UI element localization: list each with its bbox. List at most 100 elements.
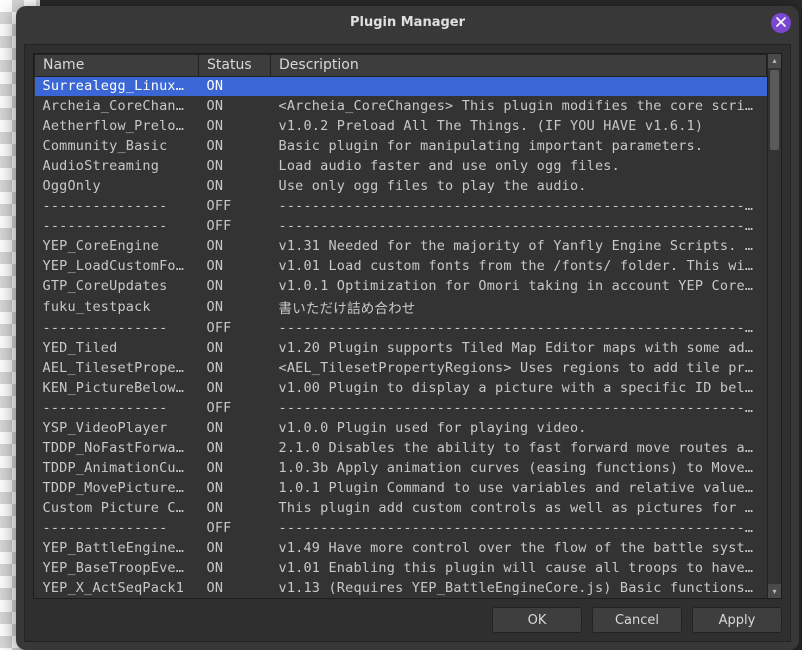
plugin-status-cell: ON [199, 116, 271, 136]
table-row[interactable]: YEP_CoreEngineONv1.31 Needed for the maj… [35, 236, 767, 256]
plugin-status-cell: ON [199, 256, 271, 276]
plugin-status-cell: ON [199, 96, 271, 116]
plugin-name-cell: --------------- [35, 318, 199, 338]
table-row[interactable]: ---------------OFF----------------------… [35, 196, 767, 216]
table-row[interactable]: ---------------OFF----------------------… [35, 216, 767, 236]
plugin-desc-cell: v1.0.2 Preload All The Things. (IF YOU H… [271, 116, 767, 136]
apply-button[interactable]: Apply [692, 607, 782, 633]
window-title: Plugin Manager [350, 15, 465, 30]
plugin-status-cell: OFF [199, 318, 271, 338]
plugin-desc-cell: v1.01 Load custom fonts from the /fonts/… [271, 256, 767, 276]
plugin-desc-cell: 2.1.0 Disables the ability to fast forwa… [271, 438, 767, 458]
table-row[interactable]: Aetherflow_PreloadEv…ONv1.0.2 Preload Al… [35, 116, 767, 136]
close-button[interactable] [771, 13, 791, 33]
table-row[interactable]: AudioStreamingONLoad audio faster and us… [35, 156, 767, 176]
plugin-status-cell: ON [199, 296, 271, 318]
plugin-desc-cell: v1.49 Have more control over the flow of… [271, 538, 767, 558]
plugin-desc-cell: This plugin add custom controls as well … [271, 498, 767, 518]
plugin-desc-cell: ----------------------------------------… [271, 518, 767, 538]
plugin-name-cell: Custom Picture Contr… [35, 498, 199, 518]
table-row[interactable]: YEP_BattleEngineCoreONv1.49 Have more co… [35, 538, 767, 558]
table-row[interactable]: KEN_PictureBelowCharsONv1.00 Plugin to d… [35, 378, 767, 398]
plugin-desc-cell: v1.31 Needed for the majority of Yanfly … [271, 236, 767, 256]
plugin-name-cell: YEP_BaseTroopEvents [35, 558, 199, 578]
plugin-name-cell: AudioStreaming [35, 156, 199, 176]
table-row[interactable]: YEP_LoadCustomFontsONv1.01 Load custom f… [35, 256, 767, 276]
scroll-up-button[interactable]: ▴ [768, 54, 781, 68]
dialog-footer: OK Cancel Apply [33, 599, 782, 633]
plugin-name-cell: YEP_BattleEngineCore [35, 538, 199, 558]
plugin-name-cell: Archeia_CoreChanges [35, 96, 199, 116]
col-header-status[interactable]: Status [199, 54, 271, 76]
table-row[interactable]: ---------------OFF----------------------… [35, 398, 767, 418]
plugin-table: Name Status Description Surrealegg_Linux… [34, 54, 767, 599]
cancel-button[interactable]: Cancel [592, 607, 682, 633]
plugin-desc-cell: v1.01 Enabling this plugin will cause al… [271, 558, 767, 578]
table-row[interactable]: ---------------OFF----------------------… [35, 518, 767, 538]
plugin-status-cell: OFF [199, 216, 271, 236]
plugin-desc-cell: v1.00 Plugin to display a picture with a… [271, 378, 767, 398]
table-row[interactable]: Surrealegg_LinuxPatchON [35, 76, 767, 96]
plugin-name-cell: YED_Tiled [35, 338, 199, 358]
plugin-table-scroll[interactable]: Name Status Description Surrealegg_Linux… [34, 54, 767, 599]
plugin-status-cell: ON [199, 176, 271, 196]
plugin-status-cell: ON [199, 438, 271, 458]
plugin-status-cell: ON [199, 358, 271, 378]
plugin-desc-cell: 書いただけ詰め合わせ [271, 296, 767, 318]
table-row[interactable]: YED_TiledONv1.20 Plugin supports Tiled M… [35, 338, 767, 358]
table-row[interactable]: Custom Picture Contr…ONThis plugin add c… [35, 498, 767, 518]
plugin-name-cell: --------------- [35, 398, 199, 418]
table-row[interactable]: Community_BasicONBasic plugin for manipu… [35, 136, 767, 156]
table-row[interactable]: GTP_CoreUpdatesONv1.0.1 Optimization for… [35, 276, 767, 296]
table-row[interactable]: ---------------OFF----------------------… [35, 318, 767, 338]
scrollbar-thumb[interactable] [770, 70, 779, 150]
plugin-name-cell: TDDP_NoFastForward [35, 438, 199, 458]
plugin-name-cell: TDDP_AnimationCurves [35, 458, 199, 478]
col-header-description[interactable]: Description [271, 54, 767, 76]
plugin-status-cell: ON [199, 418, 271, 438]
table-row[interactable]: YSP_VideoPlayerONv1.0.0 Plugin used for … [35, 418, 767, 438]
table-row[interactable]: TDDP_AnimationCurvesON1.0.3b Apply anima… [35, 458, 767, 478]
plugin-name-cell: YEP_LoadCustomFonts [35, 256, 199, 276]
plugin-status-cell: ON [199, 458, 271, 478]
table-row[interactable]: fuku_testpackON書いただけ詰め合わせ [35, 296, 767, 318]
vertical-scrollbar[interactable]: ▴ ▾ [767, 54, 781, 599]
plugin-desc-cell: Load audio faster and use only ogg files… [271, 156, 767, 176]
table-row[interactable]: TDDP_MovePictureExON1.0.1 Plugin Command… [35, 478, 767, 498]
plugin-name-cell: YSP_VideoPlayer [35, 418, 199, 438]
plugin-desc-cell: 1.0.3b Apply animation curves (easing fu… [271, 458, 767, 478]
table-row[interactable]: TDDP_NoFastForwardON2.1.0 Disables the a… [35, 438, 767, 458]
plugin-status-cell: OFF [199, 196, 271, 216]
chevron-up-icon: ▴ [772, 56, 776, 65]
plugin-status-cell: ON [199, 156, 271, 176]
chevron-down-icon: ▾ [772, 587, 776, 596]
ok-button[interactable]: OK [492, 607, 582, 633]
plugin-status-cell: ON [199, 276, 271, 296]
plugin-desc-cell: 1.0.1 Plugin Command to use variables an… [271, 478, 767, 498]
plugin-desc-cell: <Archeia_CoreChanges> This plugin modifi… [271, 96, 767, 116]
plugin-name-cell: fuku_testpack [35, 296, 199, 318]
plugin-name-cell: OggOnly [35, 176, 199, 196]
table-row[interactable]: YEP_BaseTroopEventsONv1.01 Enabling this… [35, 558, 767, 578]
plugin-table-wrap: Name Status Description Surrealegg_Linux… [33, 53, 782, 600]
table-row[interactable]: OggOnlyONUse only ogg files to play the … [35, 176, 767, 196]
plugin-desc-cell: Use only ogg files to play the audio. [271, 176, 767, 196]
plugin-name-cell: TDDP_MovePictureEx [35, 478, 199, 498]
plugin-name-cell: --------------- [35, 216, 199, 236]
plugin-manager-window: Plugin Manager Name Status Description [16, 6, 799, 650]
plugin-desc-cell: ----------------------------------------… [271, 216, 767, 236]
table-row[interactable]: AEL_TilesetPropertyR…ON<AEL_TilesetPrope… [35, 358, 767, 378]
plugin-desc-cell: <AEL_TilesetPropertyRegions> Uses region… [271, 358, 767, 378]
plugin-desc-cell: v1.20 Plugin supports Tiled Map Editor m… [271, 338, 767, 358]
plugin-name-cell: Community_Basic [35, 136, 199, 156]
plugin-status-cell: ON [199, 136, 271, 156]
plugin-desc-cell: v1.0.1 Optimization for Omori taking in … [271, 276, 767, 296]
plugin-status-cell: ON [199, 378, 271, 398]
plugin-name-cell: --------------- [35, 196, 199, 216]
plugin-name-cell: --------------- [35, 518, 199, 538]
scroll-down-button[interactable]: ▾ [768, 584, 781, 598]
col-header-name[interactable]: Name [35, 54, 199, 76]
titlebar: Plugin Manager [16, 6, 799, 40]
table-row[interactable]: Archeia_CoreChangesON<Archeia_CoreChange… [35, 96, 767, 116]
table-row[interactable]: YEP_X_ActSeqPack1ONv1.13 (Requires YEP_B… [35, 578, 767, 598]
